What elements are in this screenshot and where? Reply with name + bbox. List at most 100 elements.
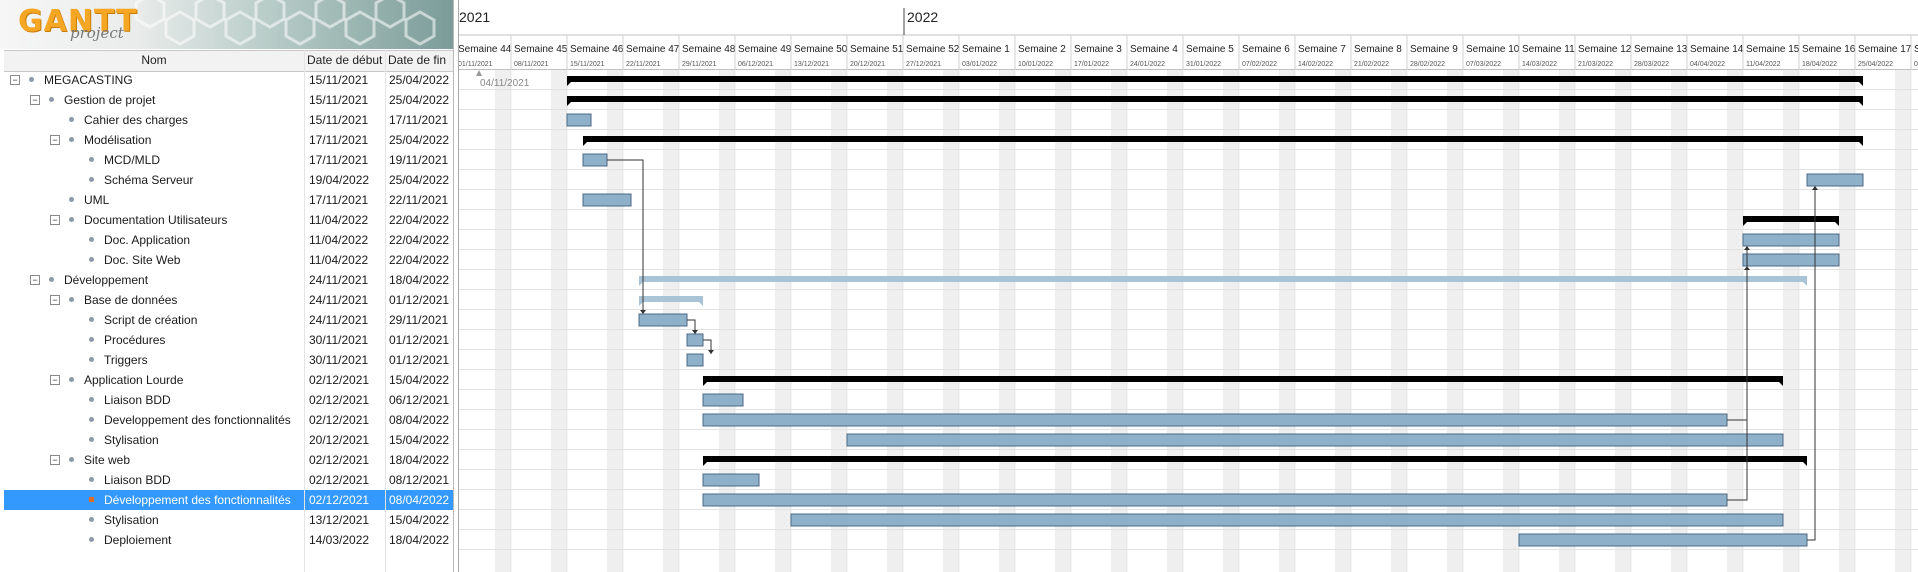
column-end-header[interactable]: Date de fin [388,53,453,67]
task-bar [686,333,704,347]
column-start-header[interactable]: Date de début [307,53,384,67]
task-name: Script de création [104,313,198,327]
task-bar [1806,173,1864,187]
task-end-date: 08/04/2022 [389,493,450,507]
summary-bar-cap [639,302,643,306]
task-start-date: 14/03/2022 [309,533,370,547]
week-label: Semaine 7 [1298,44,1346,55]
week-label: Semaine 14 [1690,44,1744,55]
summary-bar [567,96,1863,102]
week-label: Semaine 18 [1914,44,1918,55]
task-bullet-icon [89,397,94,402]
task-end-date: 06/12/2021 [389,393,450,407]
task-name: Liaison BDD [104,393,171,407]
task-start-date: 17/11/2021 [309,193,369,207]
summary-bar-cap [1835,222,1839,226]
task-start-date: 11/04/2022 [309,233,369,247]
gantt-chart-canvas[interactable]: 2021 2022 Semaine 44 01/11/2021 Semaine 45 08… [459,0,1918,572]
task-bullet-icon [89,237,94,242]
year-label: 2022 [907,9,938,25]
task-bullet-icon [49,97,54,102]
task-name: Deploiement [104,533,172,547]
week-date: 28/03/2022 [1634,61,1669,68]
weekend-shade [551,70,567,572]
week-date: 27/12/2021 [906,61,941,68]
task-name: Schéma Serveur [104,173,194,187]
task-end-date: 08/12/2021 [389,473,450,487]
task-name: Développement [64,273,149,287]
task-bar [702,413,1728,427]
task-end-date: 25/04/2022 [389,133,450,147]
task-end-date: 25/04/2022 [389,173,450,187]
week-label: Semaine 51 [850,44,904,55]
summary-bar-cap [1803,282,1807,286]
summary-bar-cap [703,382,707,386]
weekend-shade [1895,70,1911,572]
dependency-arrowhead-icon [1744,266,1750,270]
week-date: 18/04/2022 [1802,61,1837,68]
task-bullet-icon [29,77,34,82]
task-bullet-icon [89,417,94,422]
task-bar [702,473,760,487]
task-end-date: 22/11/2021 [389,193,449,207]
task-bar [702,393,744,407]
task-start-date: 19/04/2022 [309,173,370,187]
collapse-toggle-icon[interactable]: − [30,95,40,105]
task-bullet-icon [69,117,74,122]
collapse-toggle-icon[interactable]: − [50,215,60,225]
task-end-date: 22/04/2022 [389,213,450,227]
task-bar [566,113,592,127]
task-bullet-icon [69,297,74,302]
weekend-shade [1783,70,1799,572]
summary-bar-cap [699,302,703,306]
task-end-date: 15/04/2022 [389,433,450,447]
task-name: Doc. Application [104,233,191,247]
task-bullet-icon [89,337,94,342]
task-end-date: 01/12/2021 [389,353,450,367]
task-start-date: 02/12/2021 [309,453,370,467]
week-date: 13/12/2021 [794,61,829,68]
task-bullet-icon [69,457,74,462]
collapse-toggle-icon[interactable]: − [50,295,60,305]
task-bar [686,353,704,367]
week-date: 07/03/2022 [1466,61,1501,68]
task-start-date: 24/11/2021 [309,313,369,327]
task-name: Base de données [84,293,178,307]
column-name-header[interactable]: Nom [4,53,304,67]
today-marker-icon [476,70,482,76]
week-label: Semaine 12 [1578,44,1632,55]
task-bullet-icon [89,317,94,322]
task-end-date: 22/04/2022 [389,253,450,267]
week-label: Semaine 52 [906,44,960,55]
collapse-toggle-icon[interactable]: − [30,275,40,285]
week-date: 20/12/2021 [850,61,885,68]
task-start-date: 02/12/2021 [309,373,370,387]
task-bullet-icon [89,157,94,162]
summary-bar-cap [567,102,571,106]
gantt-chart-area[interactable]: 2021 2022 Semaine 44 01/11/2021 Semaine 45 08… [458,0,1918,572]
week-date: 03/01/2022 [962,61,997,68]
task-start-date: 13/12/2021 [309,513,370,527]
collapse-toggle-icon[interactable]: − [50,135,60,145]
task-bullet-icon [49,277,54,282]
weekend-shade [607,70,623,572]
task-name: Stylisation [104,433,159,447]
task-bullet-icon [89,497,94,502]
collapse-toggle-icon[interactable]: − [50,455,60,465]
task-bullet-icon [89,177,94,182]
week-date: 17/01/2022 [1074,61,1109,68]
task-bullet-icon [69,197,74,202]
task-bar [1742,253,1840,267]
collapse-toggle-icon[interactable]: − [50,375,60,385]
collapse-toggle-icon[interactable]: − [10,75,20,85]
task-name: Procédures [104,333,166,347]
task-bar [582,153,608,167]
week-date: 21/02/2022 [1354,61,1389,68]
task-start-date: 15/11/2021 [309,93,369,107]
week-label: Semaine 16 [1802,44,1856,55]
gantt-project-logo: GANTT project [0,0,453,49]
week-date: 29/11/2021 [682,61,717,68]
week-date: 06/12/2021 [738,61,773,68]
task-bullet-icon [69,137,74,142]
summary-bar-cap [639,282,643,286]
